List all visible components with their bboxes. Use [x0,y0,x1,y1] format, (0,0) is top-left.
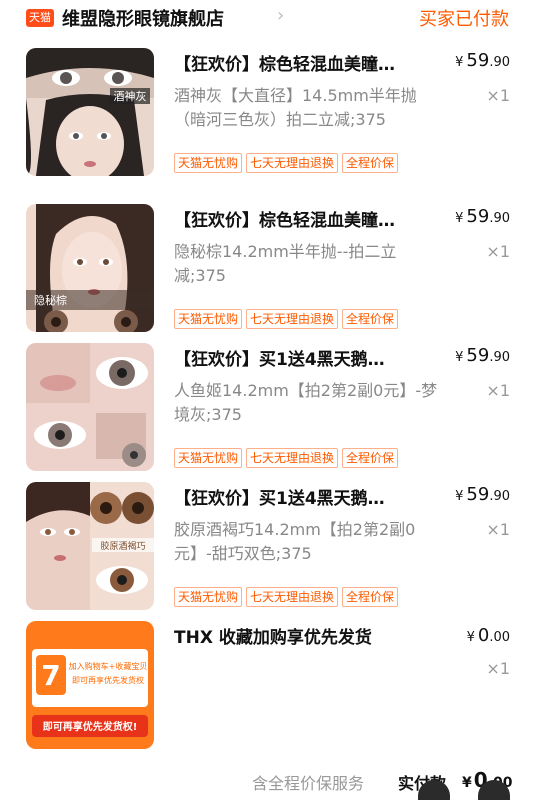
tag-worry-free[interactable]: 天猫无忧购 [174,448,243,468]
product-thumbnail[interactable]: 胶原酒褐巧 [26,482,154,610]
order-item[interactable]: 胶原酒褐巧 【狂欢价】买1送4黑天鹅… ¥59.90 ×1 胶原酒褐巧14.2m… [0,478,536,616]
product-sku: 胶原酒褐巧14.2mm【拍2第2副0元】-甜巧双色;375 [174,520,416,563]
service-tags: 天猫无忧购 七天无理由退换 全程价保 [174,308,402,329]
banner-cta: 即可再享优先发货权! [43,720,138,733]
thumb-caption: 酒神灰 [114,89,147,103]
service-tags: 天猫无忧购 七天无理由退换 全程价保 [174,586,402,607]
product-thumbnail[interactable]: 隐秘棕 [26,204,154,332]
product-price: ¥59.90 [455,345,510,366]
price-protect-note: 含全程价保服务 [252,774,365,793]
tag-seven-day-return[interactable]: 七天无理由退换 [246,153,339,173]
tag-worry-free[interactable]: 天猫无忧购 [174,587,243,607]
product-quantity: ×1 [486,659,510,678]
product-sku: 酒神灰【大直径】14.5mm半年抛（暗河三色灰）拍二立减;375 [174,86,417,129]
thumb-caption: 胶原酒褐巧 [100,540,145,552]
order-status: 买家已付款 [419,9,509,30]
chevron-right-icon[interactable]: › [277,5,284,26]
product-sku: 隐秘棕14.2mm半年抛--拍二立减;375 [174,242,397,285]
product-thumbnail[interactable]: 7 加入购物车+收藏宝贝 即可再享优先发货权 即可再享优先发货权! [26,621,154,749]
product-title[interactable]: 【狂欢价】买1送4黑天鹅… [174,484,440,509]
order-item[interactable]: 隐秘棕 【狂欢价】棕色轻混血美瞳… ¥59.90 ×1 隐秘棕14.2mm半年抛… [0,200,536,338]
tag-worry-free[interactable]: 天猫无忧购 [174,153,243,173]
product-price: ¥59.90 [455,206,510,227]
store-name-link[interactable]: 维盟隐形眼镜旗舰店 [62,5,224,31]
thumb-caption: 隐秘棕 [34,293,67,307]
tag-price-protect[interactable]: 全程价保 [342,309,399,329]
product-quantity: ×1 [486,86,510,105]
banner-line-1: 加入购物车+收藏宝贝 [69,661,148,671]
tag-seven-day-return[interactable]: 七天无理由退换 [246,587,339,607]
product-thumbnail[interactable] [26,343,154,471]
order-item[interactable]: 7 加入购物车+收藏宝贝 即可再享优先发货权 即可再享优先发货权! THX 收藏… [0,617,536,755]
banner-line-2: 即可再享优先发货权 [72,675,144,685]
product-price: ¥59.90 [455,484,510,505]
tag-seven-day-return[interactable]: 七天无理由退换 [246,309,339,329]
product-thumbnail[interactable]: 酒神灰 [26,48,154,176]
tag-worry-free[interactable]: 天猫无忧购 [174,309,243,329]
product-price: ¥0.00 [466,625,510,646]
tag-price-protect[interactable]: 全程价保 [342,448,399,468]
product-title[interactable]: 【狂欢价】买1送4黑天鹅… [174,345,440,370]
product-quantity: ×1 [486,242,510,261]
product-price: ¥59.90 [455,50,510,71]
order-footer: 含全程价保服务 实付款 ¥0.00 [0,762,536,800]
tag-price-protect[interactable]: 全程价保 [342,153,399,173]
product-quantity: ×1 [486,520,510,539]
service-tags: 天猫无忧购 七天无理由退换 全程价保 [174,447,402,468]
product-quantity: ×1 [486,381,510,400]
order-item[interactable]: 【狂欢价】买1送4黑天鹅… ¥59.90 ×1 人鱼姬14.2mm【拍2第2副0… [0,339,536,477]
tmall-badge: 天猫 [26,9,54,27]
service-tags: 天猫无忧购 七天无理由退换 全程价保 [174,152,402,173]
product-title[interactable]: 【狂欢价】棕色轻混血美瞳… [174,206,440,231]
banner-big-number: 7 [41,659,60,692]
product-sku: 人鱼姬14.2mm【拍2第2副0元】-梦境灰;375 [174,381,438,424]
tag-seven-day-return[interactable]: 七天无理由退换 [246,448,339,468]
product-title[interactable]: 【狂欢价】棕色轻混血美瞳… [174,50,440,75]
product-title[interactable]: THX 收藏加购享优先发货 [174,623,440,648]
order-header: 天猫 维盟隐形眼镜旗舰店 › 买家已付款 [0,0,536,34]
tag-price-protect[interactable]: 全程价保 [342,587,399,607]
order-item[interactable]: 酒神灰 【狂欢价】棕色轻混血美瞳… ¥59.90 ×1 酒神灰【大直径】14.5… [0,44,536,182]
